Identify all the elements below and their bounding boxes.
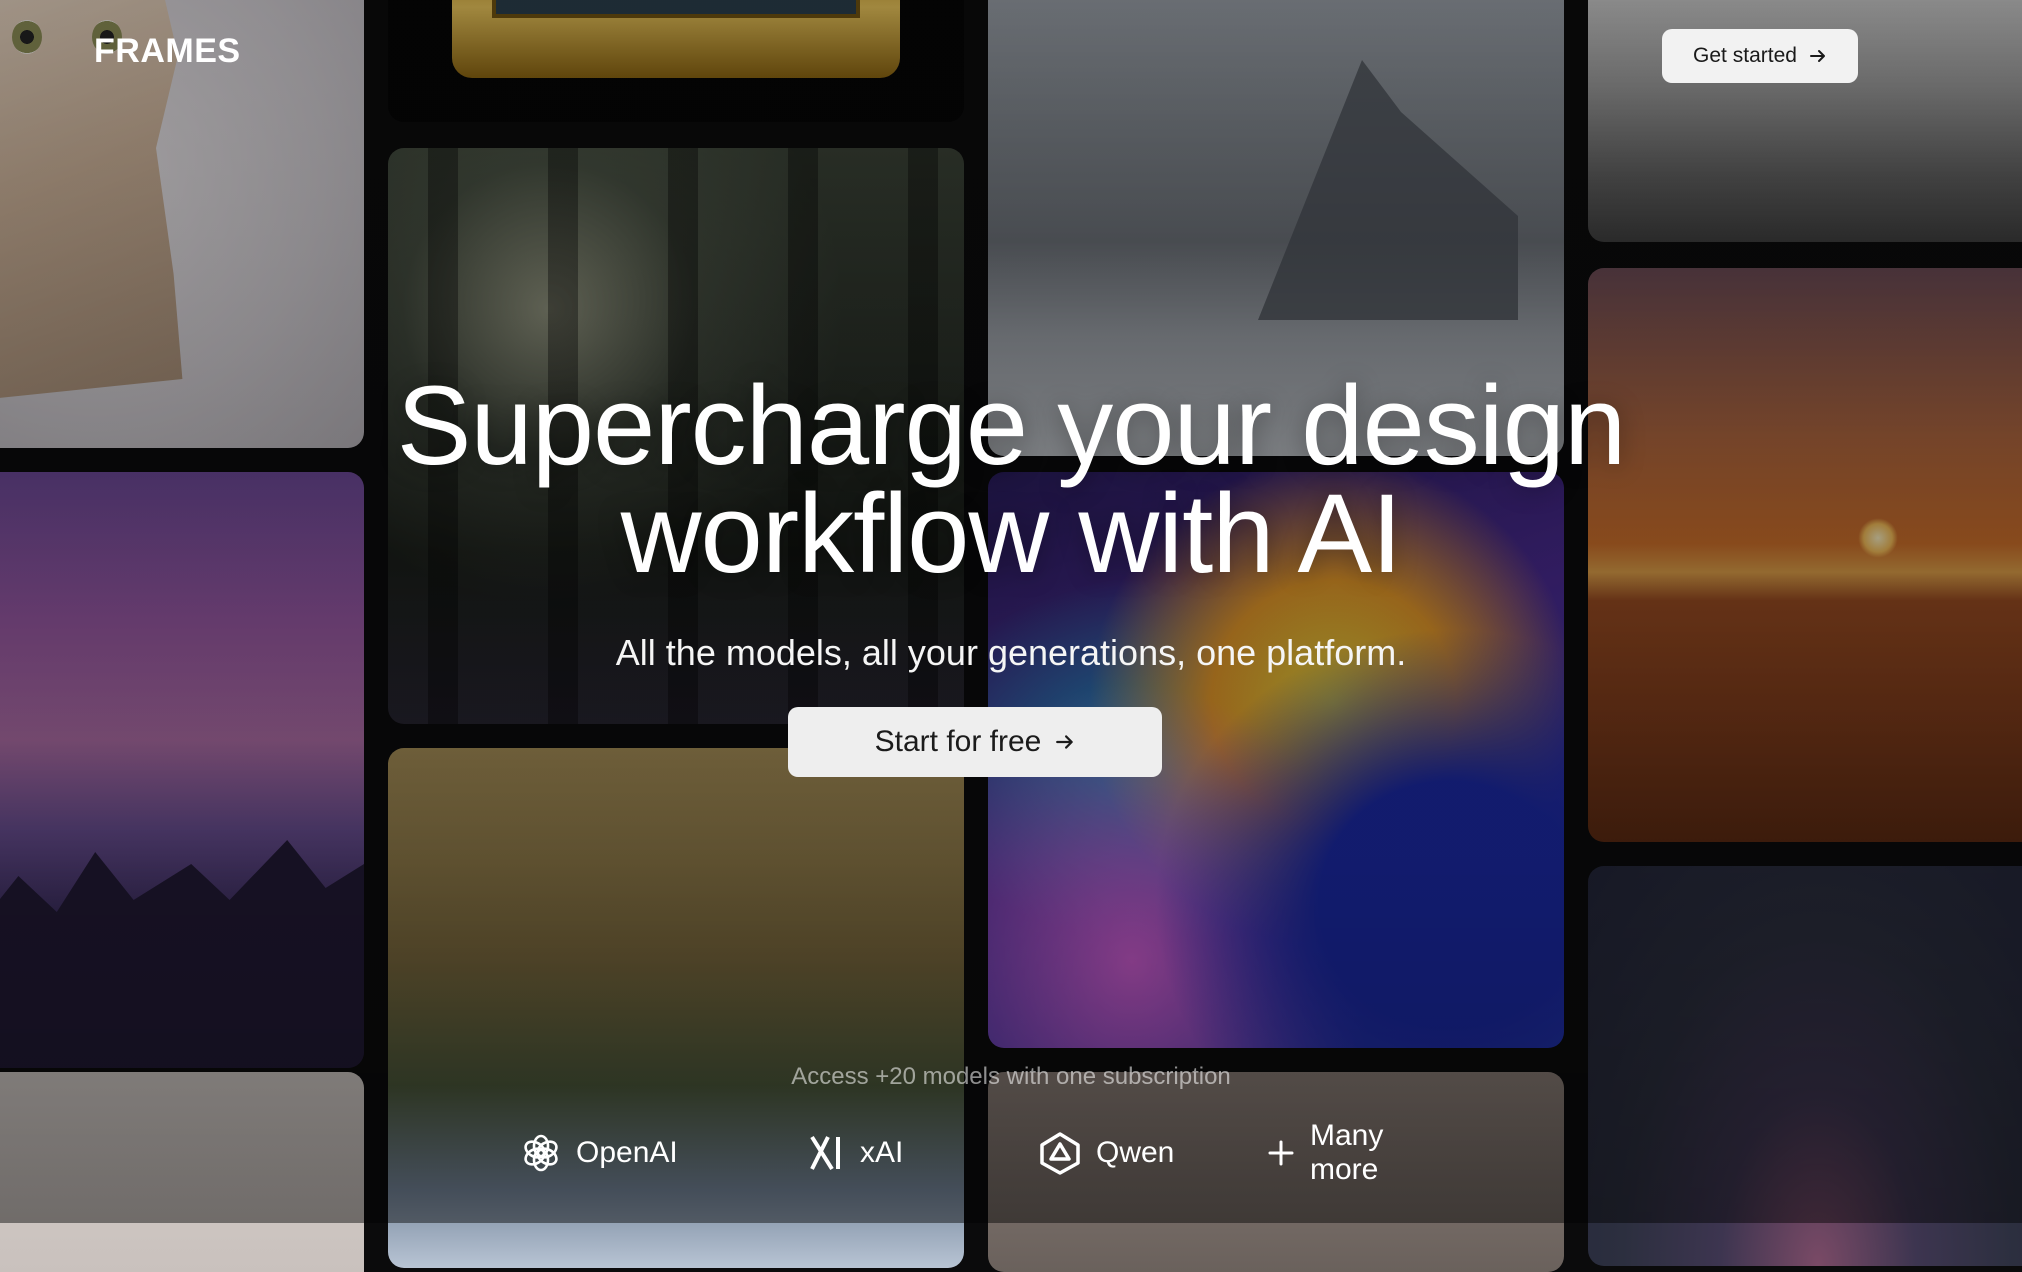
get-started-button[interactable]: Get started	[1662, 29, 1858, 83]
model-item-many-more: Many more	[1266, 1119, 1460, 1187]
hero-headline: Supercharge your design workflow with AI	[0, 370, 2022, 590]
model-item-openai: OpenAI	[520, 1132, 678, 1174]
model-label-many-more: Many more	[1310, 1119, 1384, 1186]
model-label-xai: xAI	[860, 1136, 904, 1169]
model-item-xai: xAI	[808, 1133, 903, 1173]
start-for-free-button[interactable]: Start for free	[788, 707, 1162, 777]
hero-headline-line1: Supercharge your design	[396, 363, 1626, 488]
model-item-qwen: Qwen	[1038, 1131, 1174, 1175]
model-list: OpenAI xAI Qwen Many more	[520, 1119, 1460, 1186]
hero-section: Supercharge your design workflow with AI	[0, 370, 2022, 590]
qwen-logo-icon	[1038, 1131, 1082, 1175]
darkening-overlay	[0, 0, 2022, 1223]
models-caption: Access +20 models with one subscription	[791, 1063, 1231, 1090]
model-label-openai: OpenAI	[576, 1136, 678, 1169]
xai-logo-icon	[808, 1133, 846, 1173]
start-for-free-label: Start for free	[874, 725, 1042, 758]
brand-logo[interactable]: FRAMES	[94, 32, 241, 71]
get-started-label: Get started	[1693, 44, 1797, 67]
arrow-right-icon	[1809, 47, 1827, 65]
hero-headline-line2: workflow with AI	[620, 471, 1403, 596]
arrow-right-icon	[1055, 732, 1075, 752]
openai-logo-icon	[520, 1132, 562, 1174]
model-label-qwen: Qwen	[1096, 1136, 1175, 1169]
hero-subtitle: All the models, all your generations, on…	[615, 632, 1407, 673]
plus-icon	[1266, 1138, 1296, 1168]
